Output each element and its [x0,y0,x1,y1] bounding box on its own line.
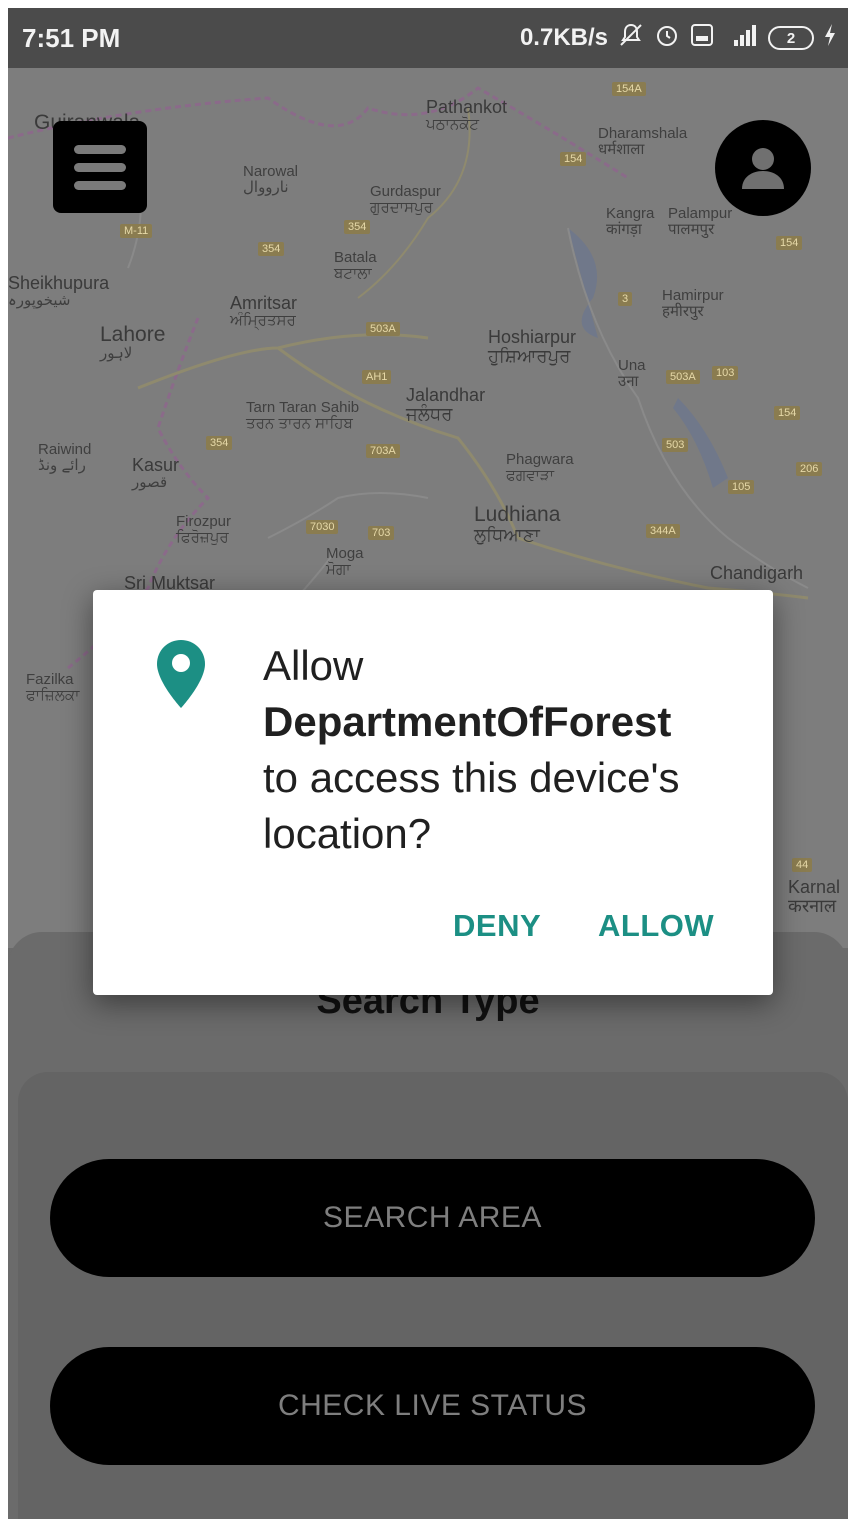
road-shield: 354 [258,242,285,256]
phone-screen: 7:51 PM 0.7KB/s 2 Pathankot ਪਠਾਨਕੋਟ Dhar… [8,8,848,1519]
road-shield: 105 [728,480,755,494]
road-shield: 354 [344,220,371,234]
road-shield: 154 [560,152,587,166]
road-shield: 206 [796,462,823,476]
road-shield: 503 [662,438,689,452]
road-shield: 154 [776,236,803,250]
map-label: Kangra कांगड़ा [606,205,655,238]
status-bar: 7:51 PM 0.7KB/s 2 [8,8,848,68]
road-shield: 703A [366,444,400,458]
map-label: Karnal करनाल [788,877,841,916]
road-shield: AH1 [362,370,392,384]
road-shield: 703 [368,526,395,540]
menu-line [74,180,126,190]
check-live-status-button[interactable]: CHECK LIVE STATUS [50,1347,815,1465]
map-label: Hamirpur हमीरपुर [662,287,724,320]
battery-level: 2 [786,29,796,47]
road-shield: 154A [612,82,646,96]
map-label: Kasur قصور [132,455,180,491]
signal-4g-icon [724,22,758,55]
dialog-app-name: DepartmentOfForest [263,698,672,745]
deny-button[interactable]: DENY [453,908,541,944]
map-label: Batala ਬਟਾਲਾ [334,249,377,282]
map-label: Fazilka ਫਾਜ਼ਿਲਕਾ [26,671,80,704]
road-shield: 344A [646,524,680,538]
map-label: Gurdaspur ਗੁਰਦਾਸਪੁਰ [370,183,441,216]
volte-icon [690,23,714,54]
road-shield: 103 [712,366,739,380]
dialog-prefix: Allow [263,642,364,689]
map-label: Chandigarh [710,563,804,583]
map-label: Una उना [618,357,646,390]
map-label: Tarn Taran Sahib ਤਰਨ ਤਾਰਨ ਸਾਹਿਬ [246,399,360,432]
map-label: Raiwind رائے ونڈ [38,441,92,474]
map-label: Moga ਮੋਗਾ [326,545,364,578]
map-label: Amritsar ਅੰਮ੍ਰਿਤਸਰ [230,293,297,329]
map-label: Lahore لاہور [100,323,166,363]
user-silhouette-icon [742,148,784,189]
alarm-icon [654,22,680,55]
map-label: Ludhiana ਲੁਧਿਆਣਾ [474,503,561,546]
map-label: Narowal نارووال [243,163,299,196]
status-time: 7:51 PM [22,22,121,53]
map-label: Jalandhar ਜਲੰਧਰ [406,385,486,424]
user-profile-icon[interactable] [715,120,811,216]
menu-line [74,144,126,154]
road-shield: 503A [366,322,400,336]
road-shield: 3 [618,292,633,306]
menu-line [74,162,126,172]
map-label: Dharamshala धर्मशाला [598,125,688,158]
allow-button[interactable]: ALLOW [598,908,714,944]
map-label: Phagwara ਫਗਵਾੜਾ [506,451,574,484]
map-label: Pathankot ਪਠਾਨਕੋਟ [426,97,508,133]
mute-notification-icon [618,22,644,55]
road-shield: 154 [774,406,801,420]
net-speed: 0.7KB/s [519,24,608,51]
search-area-button[interactable]: SEARCH AREA [50,1159,815,1277]
hamburger-menu-icon[interactable] [53,121,147,213]
location-pin-icon [155,638,207,715]
location-permission-dialog: Allow DepartmentOfForest to access this … [93,590,773,995]
battery-icon: 2 [768,26,814,50]
status-icons: 0.7KB/s 2 [520,22,836,55]
road-shield: 354 [206,436,233,450]
road-shield: 44 [792,858,813,872]
dialog-suffix: to access this device's location? [263,754,680,857]
charging-icon [824,23,836,54]
road-shield: M-11 [120,224,153,238]
map-label: Sheikhupura شیخوپورہ [8,273,110,309]
map-label: Firozpur ਫਿਰੋਜ਼ਪੁਰ [176,513,232,546]
map-label: Hoshiarpur ਹੁਸ਼ਿਆਰਪੁਰ [488,327,577,366]
dialog-message: Allow DepartmentOfForest to access this … [263,638,753,862]
map-label: Palampur पालमपुर [668,205,733,238]
road-shield: 503A [666,370,700,384]
road-shield: 7030 [306,520,339,534]
